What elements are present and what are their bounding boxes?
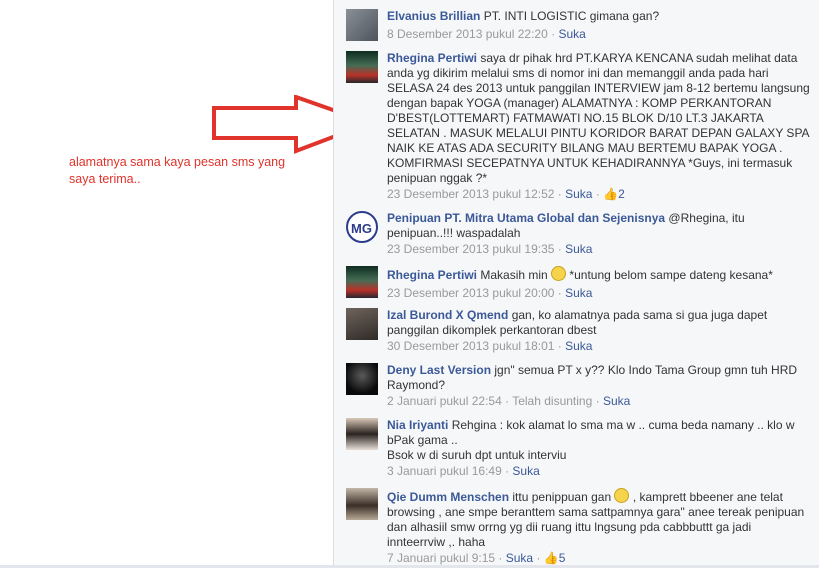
like-link[interactable]: Suka <box>603 394 630 408</box>
like-count[interactable]: 👍5 <box>544 551 566 565</box>
like-link[interactable]: Suka <box>506 551 533 565</box>
avatar[interactable] <box>346 9 378 41</box>
comment-text: saya dr pihak hrd PT.KARYA KENCANA sudah… <box>387 51 810 185</box>
avatar[interactable] <box>346 308 378 340</box>
like-link[interactable]: Suka <box>565 242 592 256</box>
comment-author[interactable]: Nia Iriyanti <box>387 418 448 432</box>
like-link[interactable]: Suka <box>558 27 585 41</box>
comment-list: Elvanius Brillian PT. INTI LOGISTIC gima… <box>334 0 819 568</box>
edited-label[interactable]: Telah disunting <box>512 394 592 408</box>
comment-text-continued: *untung belom sampe dateng kesana* <box>569 268 773 282</box>
comment-author[interactable]: Rhegina Pertiwi <box>387 51 477 65</box>
smiley-emoticon-icon <box>551 266 567 281</box>
avatar[interactable] <box>346 266 378 298</box>
avatar[interactable] <box>346 51 378 83</box>
comment-time[interactable]: 2 Januari pukul 22:54 <box>387 394 502 408</box>
like-link[interactable]: Suka <box>512 464 539 478</box>
comment-author[interactable]: Deny Last Version <box>387 363 491 377</box>
comment-text: Rehgina : kok alamat lo sma ma w .. cuma… <box>387 418 795 447</box>
comment-time[interactable]: 30 Desember 2013 pukul 18:01 <box>387 339 554 353</box>
comment-text: Makasih min <box>480 268 548 282</box>
annotation-note: alamatnya sama kaya pesan sms yang saya … <box>69 155 286 186</box>
like-link[interactable]: Suka <box>565 187 592 201</box>
comment-time[interactable]: 8 Desember 2013 pukul 22:20 <box>387 27 548 41</box>
comment-time[interactable]: 7 Januari pukul 9:15 <box>387 551 495 565</box>
comment-text: ittu penippuan gan <box>512 490 612 504</box>
comment-time[interactable]: 23 Desember 2013 pukul 19:35 <box>387 242 554 256</box>
thumbs-up-icon: 👍 <box>603 187 619 201</box>
comment-time[interactable]: 3 Januari pukul 16:49 <box>387 464 502 478</box>
comment-author[interactable]: Qie Dumm Menschen <box>387 490 509 504</box>
comment-text: PT. INTI LOGISTIC gimana gan? <box>483 9 660 23</box>
comment-time[interactable]: 23 Desember 2013 pukul 12:52 <box>387 187 554 201</box>
like-count[interactable]: 👍2 <box>603 187 625 201</box>
like-link[interactable]: Suka <box>565 286 592 300</box>
comment-author[interactable]: Penipuan PT. Mitra Utama Global dan Seje… <box>387 211 665 225</box>
mug-logo-icon: MG <box>351 221 372 236</box>
avatar[interactable] <box>346 418 378 450</box>
comment-author[interactable]: Izal Burond X Qmend <box>387 308 508 322</box>
comment-text-line2: Bsok w di suruh dpt untuk interviu <box>387 448 567 462</box>
avatar[interactable] <box>346 488 378 520</box>
avatar[interactable] <box>346 363 378 395</box>
like-link[interactable]: Suka <box>565 339 592 353</box>
confused-emoticon-icon <box>614 488 630 503</box>
left-panel: alamatnya sama kaya pesan sms yang saya … <box>0 0 376 568</box>
comment-author[interactable]: Elvanius Brillian <box>387 9 480 23</box>
thumbs-up-icon: 👍 <box>543 551 559 565</box>
avatar[interactable]: MG <box>346 211 378 243</box>
comment-time[interactable]: 23 Desember 2013 pukul 20:00 <box>387 286 554 300</box>
svg-text:MG: MG <box>351 221 372 236</box>
comment-author[interactable]: Rhegina Pertiwi <box>387 268 477 282</box>
